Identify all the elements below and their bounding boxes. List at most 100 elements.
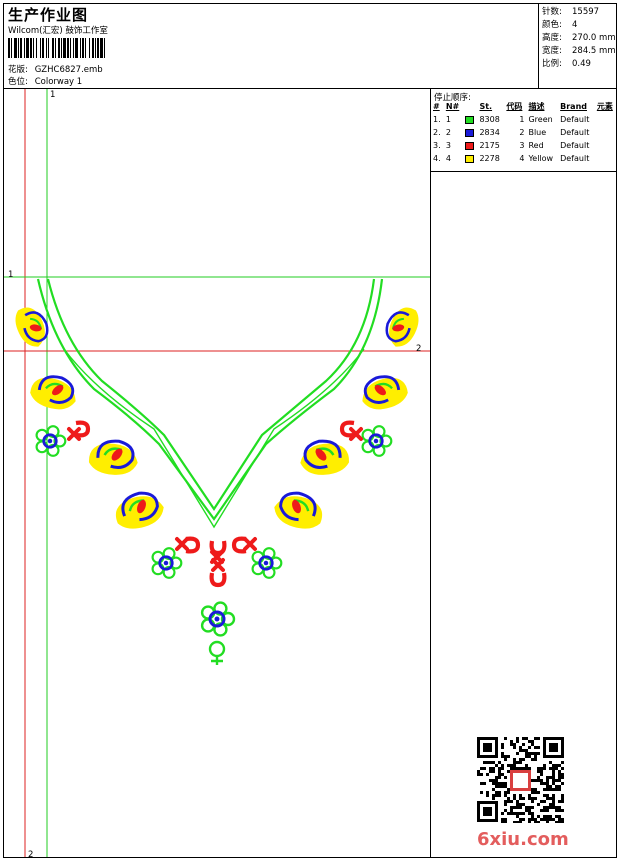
qr-module (504, 758, 507, 761)
qr-module (510, 809, 513, 812)
row-element (595, 113, 617, 126)
qr-module (516, 806, 519, 809)
qr-module (546, 788, 549, 791)
qr-module (528, 755, 531, 758)
qr-module (552, 779, 555, 782)
stat-stitches: 针数: 15597 (542, 5, 599, 17)
design-canvas: 1 1 2 2 (4, 89, 430, 860)
qr-module (516, 752, 519, 755)
qr-module (558, 779, 561, 782)
row-stitches: 2834 (479, 128, 500, 137)
barcode-bar (48, 38, 49, 58)
qr-module (504, 782, 507, 785)
qr-module (486, 791, 489, 794)
barcode-bar (36, 38, 37, 58)
qr-module (489, 779, 492, 782)
barcode-bar (89, 38, 90, 58)
qr-module (507, 812, 510, 815)
row-swatch (463, 126, 477, 139)
row-index: 2. (433, 128, 441, 137)
barcode-bar (58, 38, 60, 58)
col-stitches: St. (479, 102, 493, 111)
color-swatch (465, 154, 475, 163)
qr-module (546, 779, 549, 782)
qr-module (480, 773, 483, 776)
qr-module (561, 818, 564, 821)
qr-module (534, 779, 537, 782)
qr-module (495, 776, 498, 779)
qr-module (516, 761, 519, 764)
qr-module (498, 782, 501, 785)
qr-module (507, 755, 510, 758)
qr-module (558, 764, 561, 767)
barcode-bar (95, 38, 96, 58)
qr-module (507, 791, 510, 794)
design-row: 花版: GZHC6827.emb (8, 63, 103, 75)
red-cross-motif (175, 537, 189, 551)
qr-module (531, 800, 534, 803)
qr-module (501, 746, 504, 749)
qr-module (543, 788, 546, 791)
col-color (463, 100, 477, 113)
qr-module (501, 755, 504, 758)
guide-label-green-top: 1 (50, 90, 56, 100)
table-row: 2. 2 2834 2 Blue Default (431, 126, 617, 139)
design-file: GZHC6827.emb (34, 65, 103, 75)
qr-module (534, 746, 537, 749)
qr-module (555, 809, 558, 812)
row-brand: Default (560, 141, 590, 150)
qr-module (537, 779, 540, 782)
qr-module (543, 806, 546, 809)
col-needle: N# (445, 102, 460, 111)
flower-motif (361, 425, 393, 457)
qr-module (531, 815, 534, 818)
qr-module (513, 758, 516, 761)
qr-module (552, 803, 555, 806)
qr-module (486, 794, 489, 797)
stat-value: 270.0 mm (572, 33, 616, 43)
flower-motif (35, 425, 67, 457)
guide-label-red-bottom: 2 (28, 850, 34, 860)
col-desc: 描述 (528, 102, 545, 111)
qr-module (543, 818, 546, 821)
qr-module (540, 800, 543, 803)
qr-module (477, 773, 480, 776)
qr-module (561, 800, 564, 803)
qr-module (513, 821, 516, 823)
qr-module (498, 761, 501, 764)
qr-module (558, 785, 561, 788)
qr-module (546, 806, 549, 809)
qr-module (549, 788, 552, 791)
col-brand: Brand (560, 102, 587, 111)
qr-module (558, 773, 561, 776)
flower-center-dot (373, 438, 379, 444)
barcode-bar (26, 38, 29, 58)
qr-module (522, 767, 525, 770)
stat-label: 宽度: (542, 46, 562, 56)
qr-module (495, 791, 498, 794)
qr-module (528, 752, 531, 755)
qr-module (534, 752, 537, 755)
qr-module (510, 764, 513, 767)
qr-module (498, 785, 501, 788)
qr-module (489, 761, 492, 764)
qr-module (555, 767, 558, 770)
qr-module (480, 782, 483, 785)
qr-module (501, 752, 504, 755)
barcode-bar (80, 38, 81, 58)
colorway-label: 色位: (8, 77, 28, 87)
qr-module (549, 776, 552, 779)
qr-module (552, 776, 555, 779)
qr-module (558, 776, 561, 779)
qr-module (492, 782, 495, 785)
color-swatch (465, 141, 475, 150)
qr-module (537, 752, 540, 755)
qr-module (498, 776, 501, 779)
stat-colors: 颜色: 4 (542, 18, 577, 30)
qr-module (549, 785, 552, 788)
cross-stroke (243, 537, 257, 551)
qr-module (552, 782, 555, 785)
qr-module (501, 782, 504, 785)
barcode-bar (85, 38, 86, 58)
qr-module (534, 758, 537, 761)
